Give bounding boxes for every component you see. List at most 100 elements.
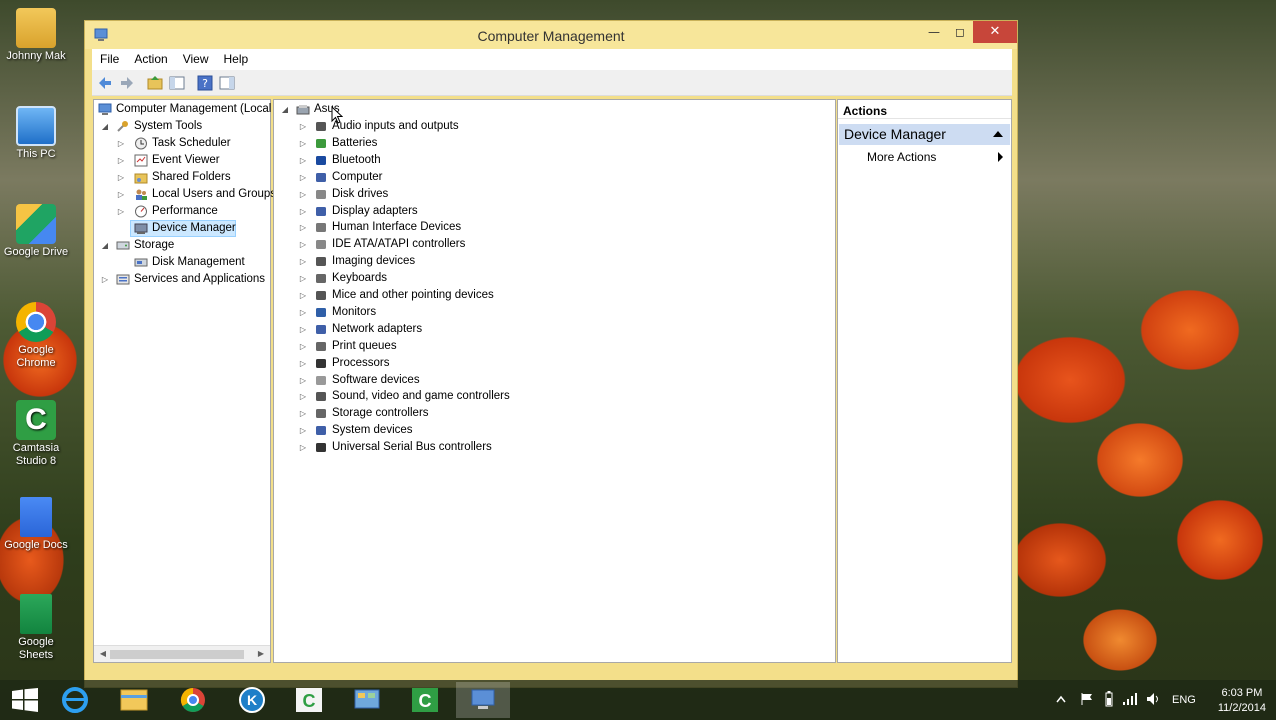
taskbar-camtasia-recorder[interactable]: C: [282, 682, 336, 718]
battery-icon[interactable]: [1104, 691, 1114, 707]
expand-triangle-icon[interactable]: ▷: [298, 304, 308, 321]
menu-file[interactable]: File: [92, 49, 126, 66]
expand-triangle-icon[interactable]: ▷: [298, 355, 308, 372]
minimize-button[interactable]: —: [921, 21, 947, 43]
collapse-triangle-icon[interactable]: ◢: [100, 118, 110, 135]
device-category-monitors[interactable]: ▷ Monitors: [298, 304, 598, 321]
device-category-mice-and-other-pointing-devices[interactable]: ▷ Mice and other pointing devices: [298, 287, 598, 304]
expand-triangle-icon[interactable]: ▷: [298, 118, 308, 135]
tree-item-performance[interactable]: ▷ Performance: [96, 203, 266, 220]
device-category-storage-controllers[interactable]: ▷ Storage controllers: [298, 405, 598, 422]
forward-arrow-icon[interactable]: [118, 74, 136, 92]
expand-triangle-icon[interactable]: ▷: [298, 422, 308, 439]
tree-item-storage[interactable]: ◢ Storage: [96, 237, 266, 254]
expand-triangle-icon[interactable]: ▷: [298, 405, 308, 422]
expand-triangle-icon[interactable]: ▷: [298, 287, 308, 304]
tree-item-task-scheduler[interactable]: ▷ Task Scheduler: [96, 135, 266, 152]
taskbar-k-app[interactable]: K: [225, 682, 279, 718]
menu-action[interactable]: Action: [126, 49, 174, 66]
expand-triangle-icon[interactable]: ▷: [116, 169, 126, 186]
device-category-print-queues[interactable]: ▷ Print queues: [298, 338, 598, 355]
desktop-icon-google-sheets[interactable]: Google Sheets: [2, 594, 70, 662]
expand-triangle-icon[interactable]: ▷: [298, 270, 308, 287]
tree-item-disk-management[interactable]: Disk Management: [96, 254, 266, 271]
up-folder-icon[interactable]: [146, 74, 164, 92]
scrollbar-thumb[interactable]: [110, 650, 244, 659]
taskbar-internet-explorer[interactable]: [48, 682, 102, 718]
collapse-triangle-icon[interactable]: ◢: [280, 101, 290, 118]
expand-triangle-icon[interactable]: ▷: [298, 338, 308, 355]
taskbar-file-explorer[interactable]: [107, 682, 161, 718]
desktop-icon-google-chrome[interactable]: Google Chrome: [2, 302, 70, 370]
expand-triangle-icon[interactable]: ▷: [116, 203, 126, 220]
close-button[interactable]: ✕: [973, 21, 1017, 43]
desktop-icon-camtasia[interactable]: C Camtasia Studio 8: [2, 400, 70, 468]
back-arrow-icon[interactable]: [96, 74, 114, 92]
device-category-ide-ata-atapi-controllers[interactable]: ▷ IDE ATA/ATAPI controllers: [298, 236, 598, 253]
show-hide-console-tree-icon[interactable]: [168, 74, 186, 92]
taskbar-control-panel[interactable]: [340, 682, 394, 718]
desktop-icon-google-docs[interactable]: Google Docs: [2, 497, 70, 552]
device-category-universal-serial-bus-controllers[interactable]: ▷ Universal Serial Bus controllers: [298, 439, 598, 456]
expand-triangle-icon[interactable]: ▷: [298, 203, 308, 220]
device-category-display-adapters[interactable]: ▷ Display adapters: [298, 203, 598, 220]
expand-triangle-icon[interactable]: ▷: [116, 186, 126, 203]
tree-item-services-and-applications[interactable]: ▷ Services and Applications: [96, 271, 266, 288]
expand-triangle-icon[interactable]: ▷: [116, 135, 126, 152]
tree-item-system-tools[interactable]: ◢ System Tools: [96, 118, 266, 135]
device-category-bluetooth[interactable]: ▷ Bluetooth: [298, 152, 598, 169]
show-hide-action-pane-icon[interactable]: [218, 74, 236, 92]
menu-view[interactable]: View: [175, 49, 216, 66]
expand-triangle-icon[interactable]: ▷: [298, 439, 308, 456]
device-category-batteries[interactable]: ▷ Batteries: [298, 135, 598, 152]
action-center-flag-icon[interactable]: [1080, 692, 1094, 706]
taskbar-chrome[interactable]: [166, 682, 220, 718]
collapse-caret-icon[interactable]: [993, 131, 1003, 137]
collapse-triangle-icon[interactable]: ◢: [100, 237, 110, 254]
help-icon[interactable]: ?: [196, 74, 214, 92]
device-category-system-devices[interactable]: ▷ System devices: [298, 422, 598, 439]
tree-item-event-viewer[interactable]: ▷ Event Viewer: [96, 152, 266, 169]
tree-item-local-users-and-groups[interactable]: ▷ Local Users and Groups: [96, 186, 276, 203]
tree-item-device-manager[interactable]: Device Manager: [96, 220, 266, 237]
taskbar-camtasia-studio[interactable]: C: [398, 682, 452, 718]
clock[interactable]: 6:03 PM 11/2/2014: [1218, 686, 1266, 716]
windows-start-icon[interactable]: [12, 688, 38, 712]
more-actions-link[interactable]: More Actions: [867, 150, 936, 164]
expand-triangle-icon[interactable]: ▷: [298, 321, 308, 338]
horizontal-scrollbar[interactable]: ◀ ▶: [94, 645, 270, 662]
expand-triangle-icon[interactable]: ▷: [298, 186, 308, 203]
expand-triangle-icon[interactable]: ▷: [298, 388, 308, 405]
maximize-button[interactable]: ◻: [947, 21, 973, 43]
device-category-processors[interactable]: ▷ Processors: [298, 355, 598, 372]
scroll-right-arrow-icon[interactable]: ▶: [254, 646, 268, 662]
expand-triangle-icon[interactable]: ▷: [298, 135, 308, 152]
expand-triangle-icon[interactable]: ▷: [298, 236, 308, 253]
scroll-left-arrow-icon[interactable]: ◀: [96, 646, 110, 662]
actions-group-device-manager[interactable]: Device Manager: [839, 124, 1010, 145]
desktop-icon-user-folder[interactable]: Johnny Mak: [2, 8, 70, 63]
desktop-icon-google-drive[interactable]: Google Drive: [2, 204, 70, 259]
tree-item-shared-folders[interactable]: ▷ Shared Folders: [96, 169, 266, 186]
device-category-computer[interactable]: ▷ Computer: [298, 169, 598, 186]
expand-triangle-icon[interactable]: ▷: [298, 219, 308, 236]
device-category-network-adapters[interactable]: ▷ Network adapters: [298, 321, 598, 338]
expand-triangle-icon[interactable]: ▷: [298, 253, 308, 270]
volume-icon[interactable]: [1146, 692, 1162, 706]
expand-triangle-icon[interactable]: ▷: [116, 152, 126, 169]
device-category-human-interface-devices[interactable]: ▷ Human Interface Devices: [298, 219, 598, 236]
language-indicator[interactable]: ENG: [1172, 694, 1196, 708]
expand-triangle-icon[interactable]: ▷: [298, 152, 308, 169]
device-category-imaging-devices[interactable]: ▷ Imaging devices: [298, 253, 598, 270]
device-category-audio-inputs-and-outputs[interactable]: ▷ Audio inputs and outputs: [298, 118, 598, 135]
device-category-sound-video-and-game-controllers[interactable]: ▷ Sound, video and game controllers: [298, 388, 598, 405]
expand-triangle-icon[interactable]: ▷: [100, 271, 110, 288]
device-category-keyboards[interactable]: ▷ Keyboards: [298, 270, 598, 287]
expand-triangle-icon[interactable]: ▷: [298, 372, 308, 389]
taskbar-computer-management[interactable]: [456, 682, 510, 718]
title-bar[interactable]: Computer Management — ◻ ✕: [85, 21, 1017, 49]
expand-triangle-icon[interactable]: ▷: [298, 169, 308, 186]
desktop-icon-this-pc[interactable]: This PC: [2, 106, 70, 161]
wifi-signal-icon[interactable]: [1122, 692, 1138, 706]
menu-help[interactable]: Help: [216, 49, 256, 66]
